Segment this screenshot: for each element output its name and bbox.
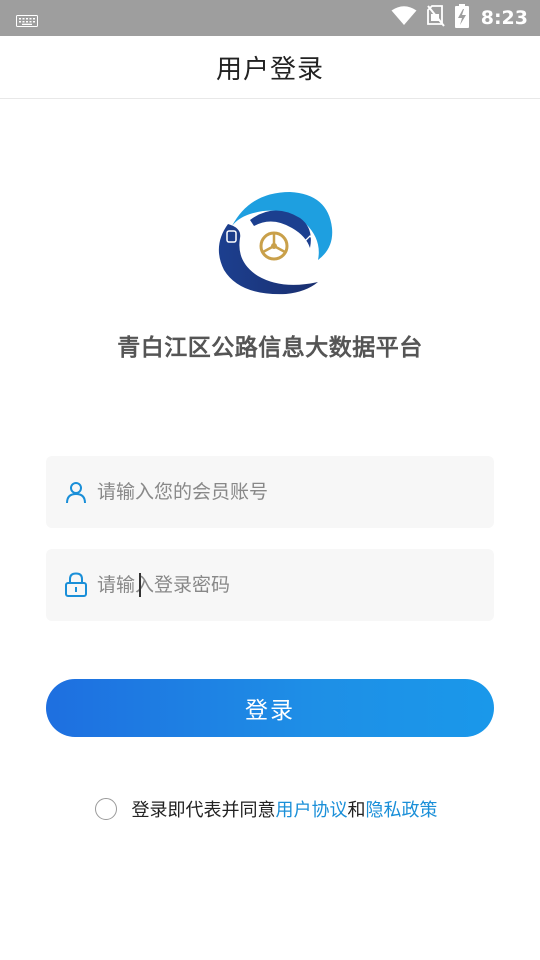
page-title: 用户登录 — [215, 54, 324, 85]
app-logo — [210, 186, 336, 298]
agreement-checkbox[interactable] — [94, 798, 117, 820]
username-field[interactable] — [46, 456, 494, 528]
app-name: 青白江区公路信息大数据平台 — [117, 335, 423, 361]
status-bar: 8:23 — [0, 0, 540, 36]
no-sim-icon — [426, 5, 445, 31]
agreement-row: 登录即代表并同意 用户协议 和 隐私政策 — [0, 795, 540, 823]
user-agreement-link[interactable]: 用户协议 — [276, 796, 348, 822]
agreement-prefix: 登录即代表并同意 — [131, 800, 276, 821]
wifi-icon — [391, 6, 417, 30]
battery-charging-icon — [454, 4, 469, 32]
lock-icon — [61, 570, 91, 600]
username-input[interactable] — [97, 472, 457, 512]
privacy-policy-link[interactable]: 隐私政策 — [366, 796, 438, 822]
password-field[interactable] — [46, 549, 494, 621]
app-bar: 用户登录 — [0, 36, 540, 99]
agreement-conjunction: 和 — [347, 800, 366, 821]
text-cursor — [139, 573, 141, 597]
login-button[interactable]: 登录 — [46, 679, 494, 737]
password-input[interactable] — [97, 565, 457, 605]
keyboard-icon — [16, 12, 38, 31]
user-icon — [61, 477, 91, 507]
status-time: 8:23 — [480, 7, 528, 29]
